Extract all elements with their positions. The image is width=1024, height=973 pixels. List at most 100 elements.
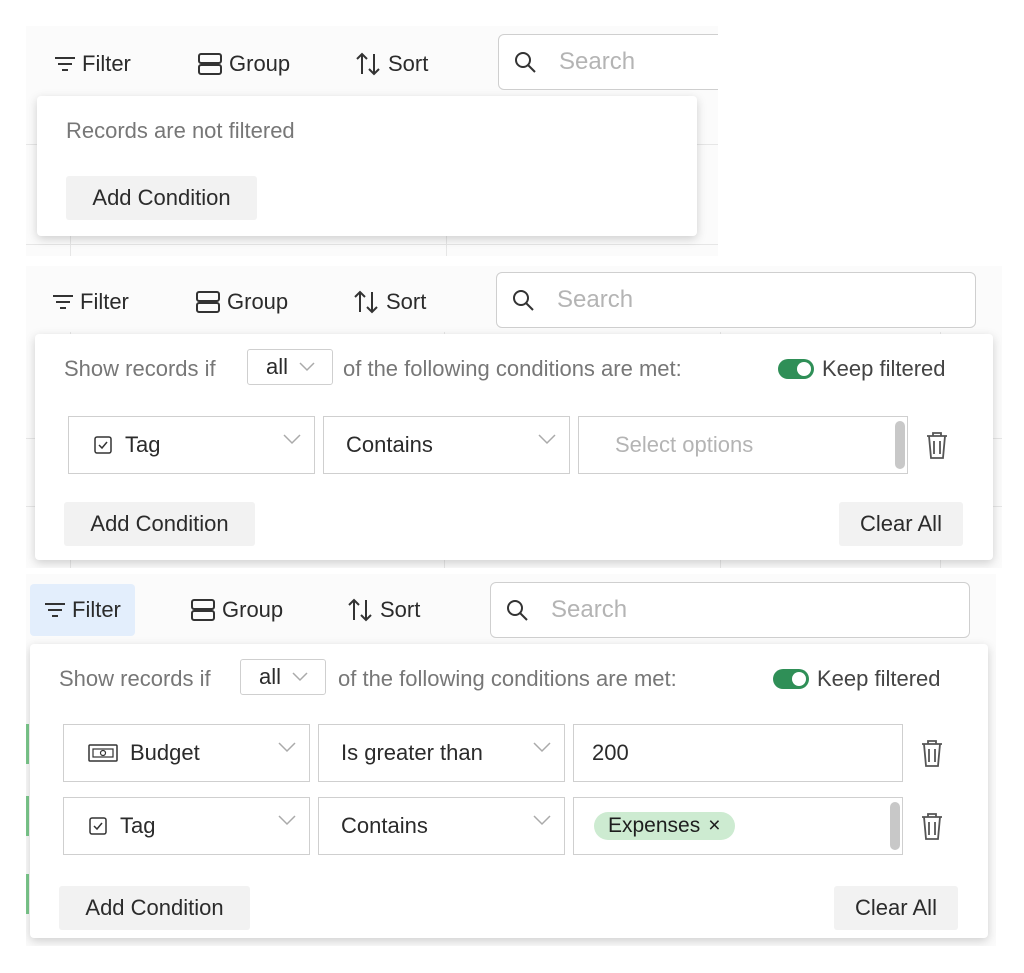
add-condition-button[interactable]: Add Condition — [66, 176, 257, 220]
add-condition-button[interactable]: Add Condition — [64, 502, 255, 546]
condition-operator-label: Contains — [346, 432, 433, 457]
tag-chip: Expenses × — [594, 812, 735, 840]
screenshot-panel-3: Filter Group Sort Search Show records if… — [26, 574, 996, 946]
condition-value-text: 200 — [592, 740, 629, 765]
condition-operator-label: Is greater than — [341, 740, 483, 765]
condition-field-select[interactable]: Budget — [63, 724, 310, 782]
condition-operator-select[interactable]: Contains — [323, 416, 570, 474]
sort-button[interactable]: Sort — [348, 42, 434, 86]
search-input[interactable]: Search — [496, 272, 976, 328]
trash-icon[interactable] — [920, 811, 944, 841]
chevron-down-icon — [283, 434, 301, 445]
keep-filtered-toggle[interactable]: Keep filtered — [773, 666, 941, 692]
condition-value-select[interactable]: Select options — [578, 416, 908, 474]
match-mode-value: all — [266, 354, 289, 379]
tag-chip-label: Expenses — [608, 814, 701, 837]
filter-label: Filter — [80, 289, 129, 314]
chevron-down-icon — [533, 815, 551, 826]
add-condition-button[interactable]: Add Condition — [59, 886, 250, 930]
chevron-down-icon — [299, 362, 315, 372]
screenshot-panel-2: Filter Group Sort Search Show records if… — [26, 266, 1002, 568]
search-icon — [507, 600, 528, 621]
toggle-switch-icon — [773, 669, 809, 689]
chevron-down-icon — [278, 815, 296, 826]
group-icon — [196, 291, 220, 313]
group-label: Group — [222, 597, 284, 622]
search-placeholder: Search — [559, 48, 636, 75]
filter-icon — [45, 603, 65, 617]
scrollbar[interactable] — [890, 802, 900, 850]
filter-button[interactable]: Filter — [46, 280, 135, 324]
chevron-down-icon — [278, 742, 296, 753]
show-records-prefix: Show records if — [64, 356, 216, 381]
sort-icon — [348, 598, 372, 622]
filter-button[interactable]: Filter — [30, 584, 135, 636]
group-button[interactable]: Group — [184, 588, 289, 632]
filter-popup: Show records if all of the following con… — [35, 334, 993, 560]
filter-label: Filter — [82, 51, 131, 76]
condition-field-label: Tag — [120, 813, 156, 838]
trash-icon[interactable] — [925, 430, 949, 460]
row-color-indicator — [26, 724, 29, 764]
currency-icon — [88, 744, 118, 762]
sort-label: Sort — [380, 597, 421, 622]
sort-button[interactable]: Sort — [346, 280, 432, 324]
keep-filtered-toggle[interactable]: Keep filtered — [778, 356, 946, 382]
scrollbar[interactable] — [895, 421, 905, 469]
filter-popup: Show records if all of the following con… — [30, 644, 988, 938]
select-options-placeholder: Select options — [615, 432, 754, 457]
chevron-down-icon — [292, 672, 308, 682]
grid-line — [26, 244, 718, 245]
search-input[interactable]: Search — [498, 34, 718, 90]
screenshot-panel-1: Filter Group Sort Search Records are not… — [26, 26, 718, 256]
group-button[interactable]: Group — [191, 42, 296, 86]
condition-value-select[interactable]: Expenses × — [573, 797, 903, 855]
chevron-down-icon — [538, 434, 556, 445]
condition-operator-select[interactable]: Contains — [318, 797, 565, 855]
chevron-down-icon — [533, 742, 551, 753]
search-placeholder: Search — [557, 286, 634, 313]
search-icon — [515, 52, 536, 73]
group-button[interactable]: Group — [189, 280, 294, 324]
condition-field-select[interactable]: Tag — [63, 797, 310, 855]
group-icon — [191, 599, 215, 621]
checkbox-icon — [94, 436, 112, 454]
search-placeholder: Search — [551, 596, 628, 623]
add-condition-label: Add Condition — [92, 185, 231, 210]
toggle-switch-icon — [778, 359, 814, 379]
show-records-suffix: of the following conditions are met: — [343, 356, 682, 381]
keep-filtered-label: Keep filtered — [817, 666, 941, 691]
group-icon — [198, 53, 222, 75]
clear-all-button[interactable]: Clear All — [834, 886, 958, 930]
checkbox-icon — [89, 817, 107, 835]
chip-remove-icon[interactable]: × — [708, 814, 720, 838]
filter-button[interactable]: Filter — [48, 42, 137, 86]
sort-label: Sort — [386, 289, 427, 314]
row-color-indicator — [26, 874, 29, 914]
condition-operator-select[interactable]: Is greater than — [318, 724, 565, 782]
show-records-suffix: of the following conditions are met: — [338, 666, 677, 691]
group-label: Group — [229, 51, 291, 76]
condition-value-input[interactable]: 200 — [573, 724, 903, 782]
clear-all-label: Clear All — [860, 511, 942, 536]
filter-popup: Records are not filtered Add Condition — [37, 96, 697, 236]
condition-field-select[interactable]: Tag — [68, 416, 315, 474]
filter-icon — [55, 57, 75, 71]
match-mode-select[interactable]: all — [247, 349, 333, 385]
sort-icon — [356, 52, 380, 76]
clear-all-button[interactable]: Clear All — [839, 502, 963, 546]
add-condition-label: Add Condition — [85, 895, 224, 920]
sort-icon — [354, 290, 378, 314]
search-input[interactable]: Search — [490, 582, 970, 638]
condition-operator-label: Contains — [341, 813, 428, 838]
sort-label: Sort — [388, 51, 429, 76]
trash-icon[interactable] — [920, 738, 944, 768]
empty-filter-text: Records are not filtered — [66, 118, 295, 143]
row-color-indicator — [26, 796, 29, 836]
add-condition-label: Add Condition — [90, 511, 229, 536]
group-label: Group — [227, 289, 289, 314]
filter-label: Filter — [72, 597, 121, 622]
condition-field-label: Tag — [125, 432, 161, 457]
sort-button[interactable]: Sort — [340, 588, 426, 632]
match-mode-select[interactable]: all — [240, 659, 326, 695]
